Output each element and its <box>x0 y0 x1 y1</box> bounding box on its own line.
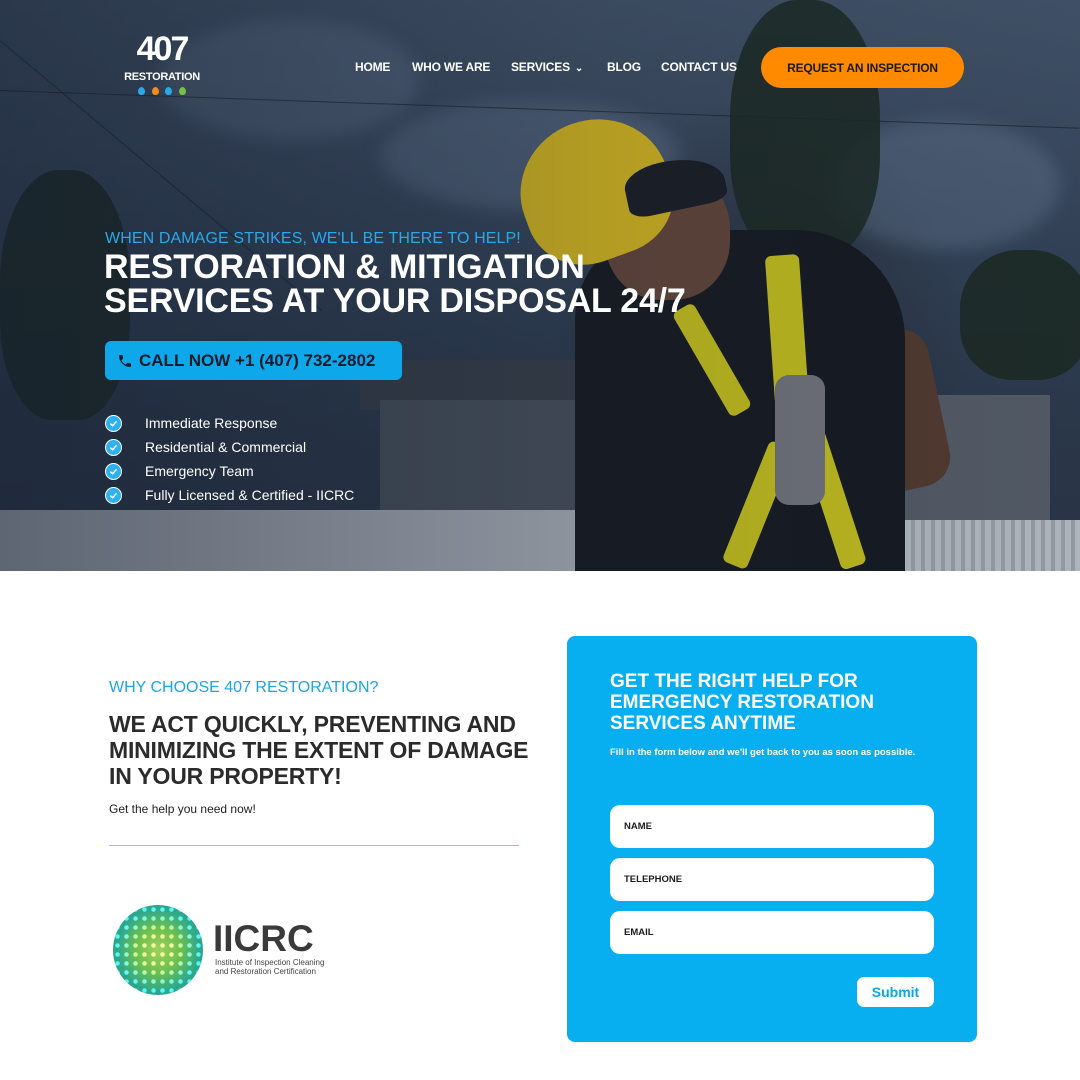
chevron-down-icon: ⌄ <box>574 63 584 74</box>
iicrc-subtitle-line1: Institute of Inspection Cleaning <box>215 958 325 967</box>
feature-label: Immediate Response <box>145 415 278 431</box>
nav-home[interactable]: HOME <box>355 60 390 74</box>
mold-icon <box>178 87 186 95</box>
feature-item: Fully Licensed & Certified - IICRC <box>105 483 354 507</box>
feature-list: Immediate Response Residential & Commerc… <box>105 411 354 507</box>
check-circle-icon <box>105 462 122 480</box>
feature-label: Residential & Commercial <box>145 439 307 455</box>
nav-who-we-are[interactable]: WHO WE ARE <box>412 60 490 74</box>
why-headline: WE ACT QUICKLY, PREVENTING AND MINIMIZIN… <box>109 711 529 789</box>
iicrc-subtitle: Institute of Inspection Cleaning and Res… <box>215 958 355 976</box>
feature-item: Residential & Commercial <box>105 435 354 459</box>
nav-services-label: SERVICES <box>511 60 570 74</box>
iicrc-logo: IICRC Institute of Inspection Cleaning a… <box>109 890 354 1002</box>
hero-section: 407 RESTORATION HOME WHO WE ARE SERVICES… <box>0 0 1080 571</box>
nav-services[interactable]: SERVICES ⌄ <box>511 60 583 74</box>
hero-headline-line2: SERVICES AT YOUR DISPOSAL 24/7 <box>104 282 686 320</box>
globe-icon <box>113 905 203 995</box>
divider <box>109 845 519 846</box>
name-field[interactable] <box>610 805 934 848</box>
feature-label: Fully Licensed & Certified - IICRC <box>145 487 355 503</box>
iicrc-title: IICRC <box>213 918 314 959</box>
water-drop-icon <box>165 87 173 95</box>
feature-label: Emergency Team <box>145 463 254 479</box>
hero-headline: RESTORATION & MITIGATION SERVICES AT YOU… <box>104 250 744 318</box>
telephone-field[interactable] <box>610 858 934 901</box>
hero-headline-line1: RESTORATION & MITIGATION <box>104 248 585 286</box>
request-inspection-button[interactable]: REQUEST AN INSPECTION <box>761 47 964 88</box>
submit-button[interactable]: Submit <box>857 977 934 1007</box>
form-description: Fill in the form below and we'll get bac… <box>610 747 916 758</box>
form-title: GET THE RIGHT HELP FOR EMERGENCY RESTORA… <box>610 671 874 734</box>
phone-icon <box>119 354 131 367</box>
check-circle-icon <box>105 486 122 504</box>
nav-contact-us[interactable]: CONTACT US <box>661 60 737 74</box>
feature-item: Immediate Response <box>105 411 354 435</box>
why-kicker: WHY CHOOSE 407 RESTORATION? <box>109 679 379 696</box>
feature-item: Emergency Team <box>105 459 354 483</box>
contact-form-card: GET THE RIGHT HELP FOR EMERGENCY RESTORA… <box>567 636 977 1042</box>
nav-blog[interactable]: BLOG <box>607 60 641 74</box>
iicrc-subtitle-line2: and Restoration Certification <box>215 967 316 976</box>
why-subtext: Get the help you need now! <box>109 802 256 816</box>
email-field[interactable] <box>610 911 934 954</box>
water-drop-icon <box>138 87 145 95</box>
check-circle-icon <box>105 438 122 456</box>
call-now-button[interactable]: CALL NOW +1 (407) 732-2802 <box>105 341 402 380</box>
hero-kicker: WHEN DAMAGE STRIKES, WE'LL BE THERE TO H… <box>105 230 521 247</box>
logo-icons <box>138 87 186 96</box>
check-circle-icon <box>105 414 122 432</box>
fire-icon <box>151 87 159 95</box>
call-now-label: CALL NOW +1 (407) 732-2802 <box>139 350 376 370</box>
